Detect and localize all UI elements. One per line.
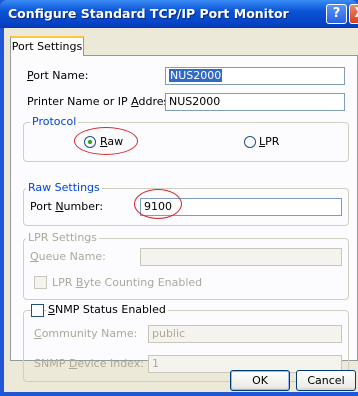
port-number-label: Port Number: <box>30 200 104 213</box>
port-name-value: NUS2000 <box>169 69 223 82</box>
snmp-checkbox[interactable] <box>31 304 44 317</box>
raw-radio-label[interactable]: Raw <box>100 135 123 148</box>
port-number-input[interactable]: 9100 <box>140 198 342 216</box>
port-name-label: Port Name: <box>27 69 89 82</box>
dialog-client: Port Settings Port Name: NUS2000 Printer… <box>4 28 358 392</box>
community-name-label: Community Name: <box>34 327 138 340</box>
byte-counting-checkbox[interactable] <box>34 276 47 289</box>
raw-settings-title: Raw Settings <box>26 181 102 194</box>
lpr-settings-title: LPR Settings <box>26 231 100 244</box>
queue-name-input[interactable] <box>140 248 342 266</box>
tab-port-settings[interactable]: Port Settings <box>10 36 84 56</box>
snmp-title[interactable]: SNMP Status Enabled <box>46 303 168 316</box>
printer-name-input[interactable]: NUS2000 <box>165 93 345 111</box>
dialog-window: Configure Standard TCP/IP Port Monitor ?… <box>0 0 358 396</box>
protocol-group-title: Protocol <box>30 115 79 128</box>
close-button[interactable]: X <box>349 4 358 24</box>
snmp-device-index-label: SNMP Device Index: <box>34 357 144 370</box>
title-bar[interactable]: Configure Standard TCP/IP Port Monitor ?… <box>0 0 358 28</box>
tab-panel: Port Name: NUS2000 Printer Name or IP Ad… <box>10 55 358 382</box>
printer-name-label: Printer Name or IP Address: <box>27 95 179 108</box>
byte-counting-label: LPR Byte Counting Enabled <box>52 276 203 289</box>
raw-radio-dot <box>88 140 92 144</box>
cancel-button[interactable]: Cancel <box>296 370 356 391</box>
community-name-input[interactable]: public <box>148 325 342 343</box>
ok-button[interactable]: OK <box>230 370 290 391</box>
port-name-input[interactable]: NUS2000 <box>165 67 345 85</box>
lpr-radio-label[interactable]: LPR <box>259 135 279 148</box>
queue-name-label: Queue Name: <box>30 250 106 263</box>
lpr-radio[interactable] <box>244 136 256 148</box>
lpr-settings-group: LPR Settings Queue Name: LPR Byte Counti… <box>23 231 349 300</box>
help-button[interactable]: ? <box>326 4 347 24</box>
raw-settings-group: Raw Settings Port Number: 9100 <box>23 181 349 226</box>
protocol-group: Protocol Raw LPR <box>23 115 349 162</box>
raw-radio[interactable] <box>84 136 96 148</box>
window-title: Configure Standard TCP/IP Port Monitor <box>8 6 289 21</box>
